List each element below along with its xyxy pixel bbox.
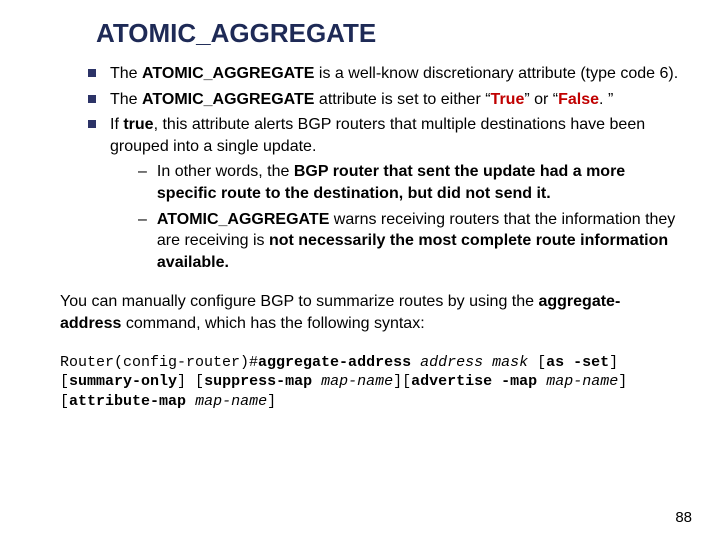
text: command, which has the following syntax: [121, 315, 424, 332]
false-term: False [558, 91, 599, 108]
text: The [110, 65, 142, 82]
bullet-item: The ATOMIC_AGGREGATE attribute is set to… [88, 89, 680, 111]
text: , this attribute alerts BGP routers that… [110, 116, 645, 155]
square-bullet-icon [88, 95, 96, 103]
bullet-text: In other words, the BGP router that sent… [157, 161, 680, 204]
text: attribute is set to either “ [314, 91, 490, 108]
text: . ” [599, 91, 613, 108]
bullet-text: ATOMIC_AGGREGATE warns receiving routers… [157, 209, 680, 274]
slide: ATOMIC_AGGREGATE The ATOMIC_AGGREGATE is… [0, 0, 720, 540]
code-line: Router(config-router)#aggregate-address … [60, 353, 680, 412]
code-keyword: attribute-map [69, 393, 186, 410]
bold-term: true [123, 116, 153, 133]
text: ][ [393, 373, 411, 390]
square-bullet-icon [88, 69, 96, 77]
bold-term: ATOMIC_AGGREGATE [142, 91, 314, 108]
dash-bullet-icon: – [138, 161, 147, 204]
true-term: True [491, 91, 525, 108]
bold-term: ATOMIC_AGGREGATE [157, 211, 329, 228]
code-arg: address [420, 354, 483, 371]
text [537, 373, 546, 390]
code-keyword: advertise -map [411, 373, 537, 390]
text: ” or “ [524, 91, 558, 108]
dash-bullet-icon: – [138, 209, 147, 274]
slide-title: ATOMIC_AGGREGATE [96, 18, 680, 49]
code-keyword: as -set [546, 354, 609, 371]
code-arg: map-name [321, 373, 393, 390]
prompt: Router(config-router)# [60, 354, 258, 371]
code-arg: map-name [546, 373, 618, 390]
code-keyword: suppress-map [204, 373, 312, 390]
bullet-list: The ATOMIC_AGGREGATE is a well-know disc… [60, 63, 680, 273]
sub-bullet-item: – ATOMIC_AGGREGATE warns receiving route… [138, 209, 680, 274]
text: is a well-know discretionary attribute (… [314, 65, 678, 82]
bold-term: ATOMIC_AGGREGATE [142, 65, 314, 82]
bullet-text: If true, this attribute alerts BGP route… [110, 114, 680, 157]
sub-bullet-item: – In other words, the BGP router that se… [138, 161, 680, 204]
bullet-item: If true, this attribute alerts BGP route… [88, 114, 680, 157]
code-keyword: aggregate-address [258, 354, 411, 371]
paragraph: You can manually configure BGP to summar… [60, 291, 680, 334]
bullet-text: The ATOMIC_AGGREGATE attribute is set to… [110, 89, 613, 111]
bullet-item: The ATOMIC_AGGREGATE is a well-know disc… [88, 63, 680, 85]
text: The [110, 91, 142, 108]
text: [ [528, 354, 546, 371]
text: You can manually configure BGP to summar… [60, 293, 538, 310]
code-arg: mask [492, 354, 528, 371]
text: ] [267, 393, 276, 410]
code-keyword: summary-only [69, 373, 177, 390]
square-bullet-icon [88, 120, 96, 128]
code-block: Router(config-router)#aggregate-address … [60, 353, 680, 412]
bullet-text: The ATOMIC_AGGREGATE is a well-know disc… [110, 63, 678, 85]
text [186, 393, 195, 410]
text: ] [ [177, 373, 204, 390]
text: If [110, 116, 123, 133]
page-number: 88 [675, 509, 692, 526]
text: In other words, the [157, 163, 294, 180]
text [411, 354, 420, 371]
text [483, 354, 492, 371]
text [312, 373, 321, 390]
code-arg: map-name [195, 393, 267, 410]
